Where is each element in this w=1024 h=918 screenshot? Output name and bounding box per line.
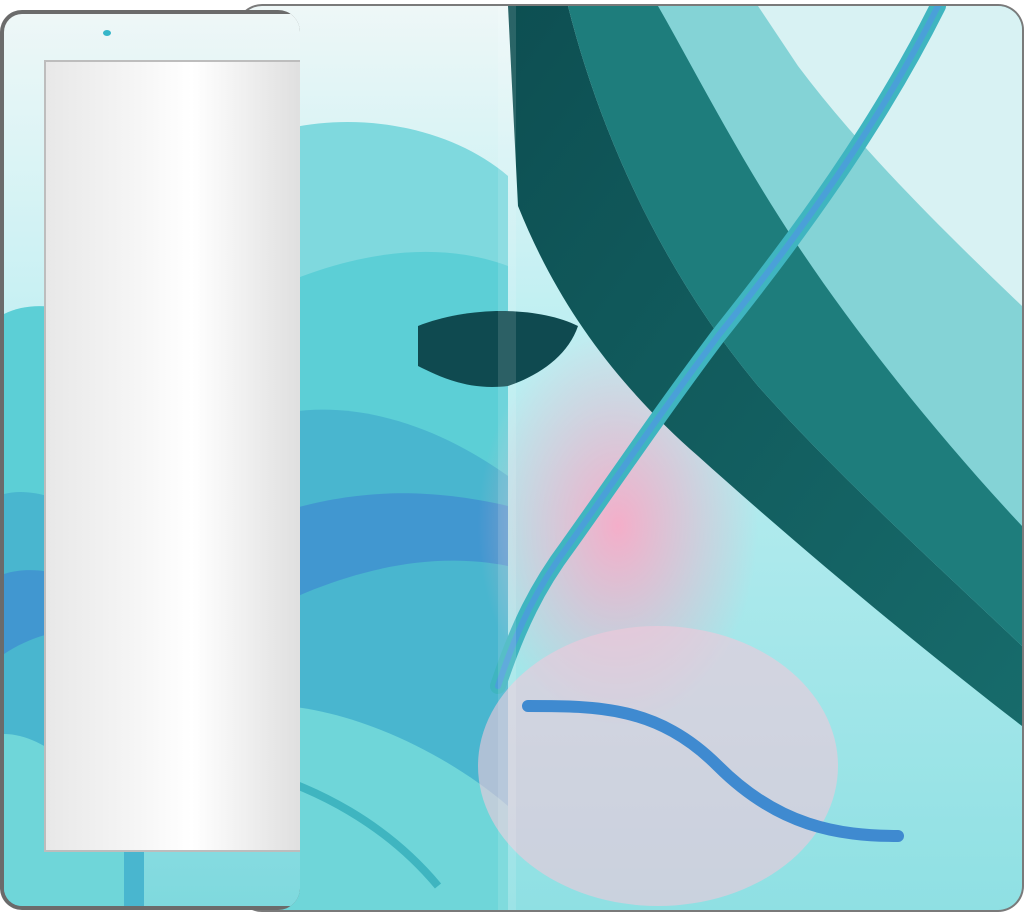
device-front <box>0 10 300 910</box>
device-screen <box>44 60 300 852</box>
product-scene <box>0 0 1024 918</box>
device-back-cover <box>236 4 1024 912</box>
back-skin-artwork <box>238 6 1022 910</box>
camera-dot-icon <box>103 30 111 36</box>
